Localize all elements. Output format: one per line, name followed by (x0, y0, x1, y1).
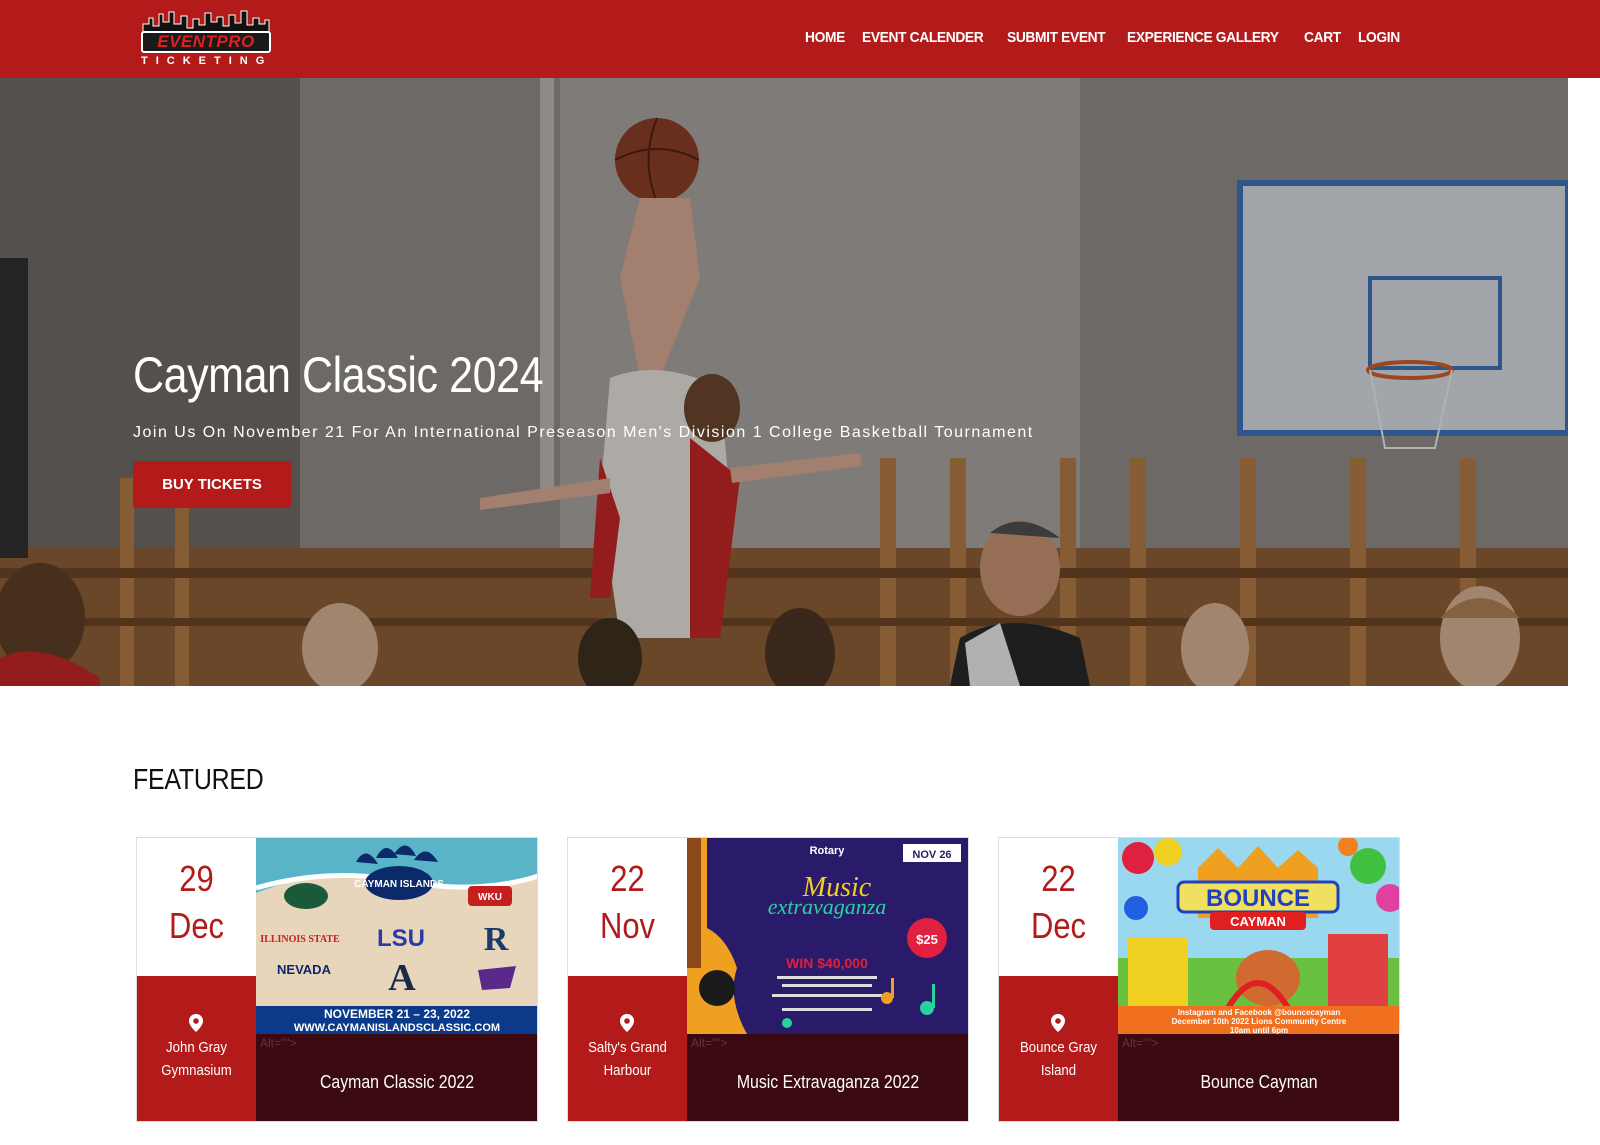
poster-line-3: 10am until 6pm (1230, 1026, 1288, 1034)
nav-cart[interactable]: CART (1304, 29, 1341, 46)
event-day: 29 (179, 858, 214, 899)
poster-headline-2: CAYMAN (1230, 914, 1286, 929)
location-pin-icon (1051, 1014, 1065, 1032)
event-venue: John Gray Gymnasium (137, 976, 256, 1121)
poster-prize: WIN $40,000 (786, 955, 868, 971)
poster-logo-text: CAYMAN ISLANDS (354, 879, 444, 890)
featured-heading: FEATURED (133, 764, 264, 796)
event-image[interactable]: Rotary NOV 26 Music extravaganza $25 WIN… (687, 838, 968, 1034)
venue-name: John Gray Gymnasium (161, 1039, 232, 1079)
poster-team-nevada: NEVADA (277, 962, 332, 977)
logo-subtitle: TICKETING (141, 55, 273, 67)
poster-line-2: December 10th 2022 Lions Community Centr… (1172, 1017, 1347, 1026)
event-image[interactable]: CAYMAN ISLANDS WKU ILLINOIS STATE LSU R … (256, 838, 537, 1034)
event-month: Nov (599, 905, 656, 946)
event-date: 29 Dec (137, 838, 256, 976)
event-date: 22 Dec (999, 838, 1118, 976)
poster-team-illinois: ILLINOIS STATE (260, 934, 340, 945)
music-extravaganza-poster: Rotary NOV 26 Music extravaganza $25 WIN… (687, 838, 968, 1034)
nav-home[interactable]: HOME (805, 29, 845, 46)
event-venue: Bounce Gray Island (999, 976, 1118, 1121)
event-day: 22 (610, 858, 645, 899)
event-card[interactable]: 22 Nov Salty's Grand Harbour Rotary NOV … (567, 837, 969, 1122)
event-month: Dec (1030, 905, 1087, 946)
alt-text: Alt=""> (691, 1036, 728, 1050)
hero-title: Cayman Classic 2024 (133, 347, 544, 403)
poster-dates: NOVEMBER 21 – 23, 2022 (324, 1007, 470, 1021)
nav-login[interactable]: LOGIN (1358, 29, 1400, 46)
poster-team-lsu: LSU (377, 925, 425, 952)
poster-headline-1: BOUNCE (1206, 885, 1310, 912)
bounce-cayman-poster: BOUNCE CAYMAN Instagram and Facebook @bo… (1118, 838, 1399, 1034)
poster-headline-2: extravaganza (768, 894, 887, 919)
poster-line-1: Instagram and Facebook @bouncecayman (1178, 1008, 1341, 1017)
event-title-bar[interactable]: Alt=""> Bounce Cayman (1118, 1034, 1399, 1121)
buy-tickets-button[interactable]: BUY TICKETS (133, 461, 291, 508)
nav-submit-event[interactable]: SUBMIT EVENT (1007, 29, 1106, 46)
location-pin-icon (189, 1014, 203, 1032)
poster-org: Rotary (810, 845, 846, 857)
event-venue: Salty's Grand Harbour (568, 976, 687, 1121)
venue-name: Salty's Grand Harbour (588, 1039, 667, 1079)
location-pin-icon (620, 1014, 634, 1032)
event-day: 22 (1041, 858, 1076, 899)
poster-date-badge: NOV 26 (912, 849, 951, 861)
event-title[interactable]: Cayman Classic 2022 (273, 1072, 521, 1093)
nav-event-calender[interactable]: EVENT CALENDER (862, 29, 984, 46)
event-title-bar[interactable]: Alt=""> Music Extravaganza 2022 (687, 1034, 968, 1121)
nav-experience-gallery[interactable]: EXPERIENCE GALLERY (1127, 29, 1279, 46)
event-title[interactable]: Music Extravaganza 2022 (704, 1072, 952, 1093)
poster-team-ri: R (484, 921, 509, 958)
event-month: Dec (168, 905, 225, 946)
event-card[interactable]: 29 Dec John Gray Gymnasium CAYMAN ISLAND… (136, 837, 538, 1122)
alt-text: Alt=""> (260, 1036, 297, 1050)
event-image[interactable]: BOUNCE CAYMAN Instagram and Facebook @bo… (1118, 838, 1399, 1034)
logo-wordmark: EVENTPRO (141, 31, 271, 53)
event-date: 22 Nov (568, 838, 687, 976)
poster-team-a: A (388, 957, 416, 999)
cayman-classic-poster: CAYMAN ISLANDS WKU ILLINOIS STATE LSU R … (256, 838, 537, 1034)
event-title[interactable]: Bounce Cayman (1135, 1072, 1383, 1093)
alt-text: Alt=""> (1122, 1036, 1159, 1050)
event-title-bar[interactable]: Alt=""> Cayman Classic 2022 (256, 1034, 537, 1121)
poster-url: WWW.CAYMANISLANDSCLASSIC.COM (294, 1022, 500, 1034)
hero-subtitle: Join Us On November 21 For An Internatio… (133, 424, 1034, 441)
poster-team-wku: WKU (478, 892, 502, 903)
hero-banner: Cayman Classic 2024 Join Us On November … (0, 78, 1568, 686)
main-nav: HOME EVENT CALENDER SUBMIT EVENT EXPERIE… (805, 29, 1403, 46)
poster-price: $25 (916, 932, 938, 947)
site-logo[interactable]: EVENTPRO TICKETING (141, 10, 271, 70)
top-navbar: EVENTPRO TICKETING HOME EVENT CALENDER S… (0, 0, 1600, 78)
event-card[interactable]: 22 Dec Bounce Gray Island BOUNCE CAYMAN … (998, 837, 1400, 1122)
venue-name: Bounce Gray Island (1019, 1039, 1098, 1079)
